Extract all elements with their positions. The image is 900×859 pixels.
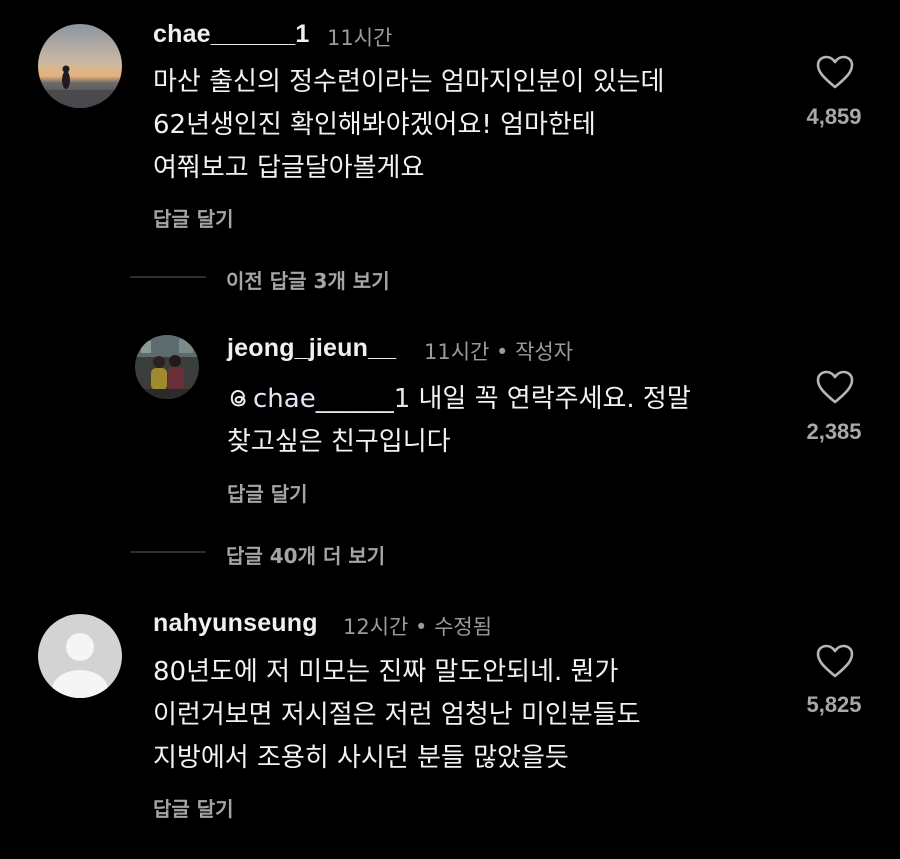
comment-line: 찾고싶은 친구입니다: [227, 427, 451, 457]
avatar[interactable]: [135, 335, 199, 399]
comment-line: 여쭤보고 답글달아볼게요: [153, 153, 425, 183]
avatar[interactable]: [38, 24, 122, 108]
comment-line: 지방에서 조용히 사시던 분들 많았을듯: [153, 743, 569, 773]
reply-button[interactable]: 답글 달기: [227, 478, 308, 507]
comment-line-text: 내일 꼭 연락주세요. 정말: [410, 384, 691, 414]
view-more-replies-button[interactable]: 답글 40개 더 보기: [226, 540, 385, 569]
comment-line: 이런거보면 저시절은 저런 엄청난 미인분들도: [153, 700, 641, 730]
threads-icon: [230, 389, 246, 407]
comment-timestamp: 11시간 • 작성자: [424, 340, 574, 364]
comment-timestamp: 11시간: [327, 26, 393, 50]
heart-icon[interactable]: [815, 643, 855, 679]
comment-username[interactable]: jeong_jieun__: [227, 334, 396, 363]
comments-screen: chae______1 11시간 마산 출신의 정수련이라는 엄마지인분이 있는…: [0, 0, 900, 859]
reply-button[interactable]: 답글 달기: [153, 203, 234, 232]
heart-icon[interactable]: [815, 369, 855, 405]
like-count: 5,825: [806, 692, 862, 717]
comment-timestamp: 12시간 • 수정됨: [343, 615, 493, 639]
comment-line: 80년도에 저 미모는 진짜 말도안되네. 뭔가: [153, 657, 619, 687]
comment-line: 마산 출신의 정수련이라는 엄마지인분이 있는데: [153, 67, 665, 97]
default-user-avatar: [38, 614, 122, 698]
avatar[interactable]: [38, 614, 122, 698]
sunset-photo-avatar: [38, 24, 122, 108]
heart-icon[interactable]: [815, 54, 855, 90]
comment-text: chae______1 내일 꼭 연락주세요. 정말 찾고싶은 친구입니다: [227, 378, 691, 464]
view-previous-replies-button[interactable]: 이전 답글 3개 보기: [226, 265, 390, 294]
like-count: 2,385: [806, 419, 862, 444]
thread-divider: [130, 551, 206, 553]
comment-text: 80년도에 저 미모는 진짜 말도안되네. 뭔가 이런거보면 저시절은 저런 엄…: [153, 651, 641, 780]
two-people-photo-avatar: [135, 335, 199, 399]
thread-divider: [130, 276, 206, 278]
like-count: 4,859: [806, 104, 862, 129]
comment-line: 62년생인진 확인해봐야겠어요! 엄마한테: [153, 110, 596, 140]
comment-line: chae______1 내일 꼭 연락주세요. 정말: [227, 378, 691, 421]
comment-username[interactable]: nahyunseung: [153, 609, 318, 638]
comment-text: 마산 출신의 정수련이라는 엄마지인분이 있는데 62년생인진 확인해봐야겠어요…: [153, 61, 664, 190]
comment-username[interactable]: chae______1: [153, 20, 310, 49]
reply-button[interactable]: 답글 달기: [153, 793, 234, 822]
mention-link[interactable]: chae______1: [253, 384, 410, 414]
